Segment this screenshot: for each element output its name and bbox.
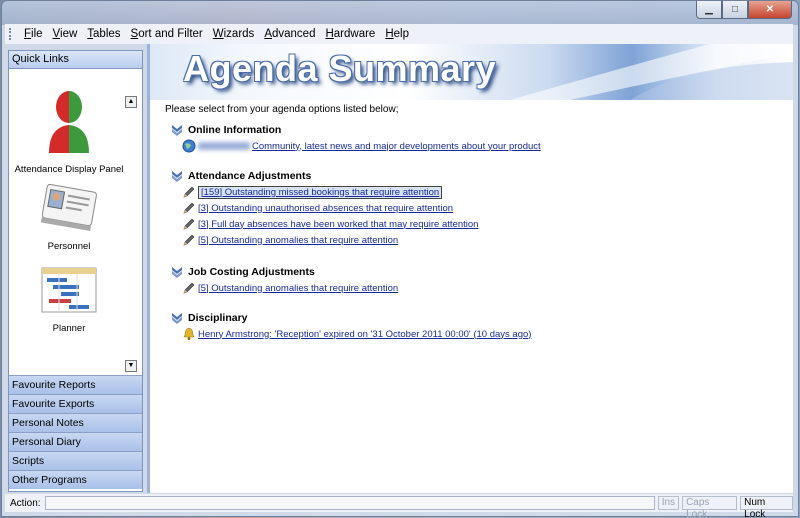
nav-group-scripts[interactable]: Scripts: [9, 451, 142, 470]
window-controls: ▁ □ ✕: [696, 1, 792, 19]
toolbar-grip[interactable]: [9, 28, 13, 40]
menu-sort-and-filter[interactable]: Sort and Filter: [126, 28, 208, 40]
menu-label-rest: ort and Filter: [138, 28, 203, 40]
scroll-down-button[interactable]: ▼: [125, 360, 137, 372]
menu-tables[interactable]: Tables: [82, 28, 125, 40]
agenda-link[interactable]: [159] Outstanding missed bookings that r…: [198, 185, 443, 199]
agenda-item: [3] Outstanding unauthorised absences th…: [182, 200, 478, 216]
agenda-link[interactable]: [3] Full day absences have been worked t…: [198, 219, 478, 230]
agenda-banner: Agenda Summary: [150, 44, 793, 100]
agenda-item: Community, latest news and major develop…: [182, 138, 541, 154]
agenda-link[interactable]: Community, latest news and major develop…: [252, 141, 541, 152]
section-heading[interactable]: Disciplinary: [170, 310, 531, 326]
agenda-link[interactable]: [3] Outstanding unauthorised absences th…: [198, 203, 453, 214]
chevron-down-icon[interactable]: [170, 169, 184, 183]
chevron-down-icon[interactable]: [170, 265, 184, 279]
caps-lock-indicator: Caps Lock: [682, 496, 738, 518]
quick-links-header[interactable]: Quick Links: [9, 51, 142, 69]
menu-accelerator: H: [325, 28, 334, 40]
menu-view[interactable]: View: [48, 28, 83, 40]
section-heading-text: Attendance Adjustments: [188, 170, 312, 182]
nav-group-personal-diary[interactable]: Personal Diary: [9, 432, 142, 451]
pencil-icon: [182, 185, 196, 199]
status-bar: Action: Ins Caps Lock Num Lock: [5, 494, 793, 518]
calendar-planner-icon: [41, 267, 97, 313]
pencil-icon: [182, 201, 196, 215]
pencil-icon: [182, 281, 196, 295]
person-silhouette-icon: [49, 91, 89, 153]
intro-text: Please select from your agenda options l…: [165, 104, 399, 115]
nav-group-favourite-exports[interactable]: Favourite Exports: [9, 394, 142, 413]
section-heading-text: Disciplinary: [188, 312, 248, 324]
menu-label-rest: ables: [93, 28, 121, 40]
chevron-down-icon[interactable]: [170, 123, 184, 137]
globe-icon: [182, 139, 196, 153]
attendance-display-panel-link[interactable]: Attendance Display Panel: [9, 89, 129, 175]
close-button[interactable]: ✕: [748, 1, 792, 19]
section-heading-text: Job Costing Adjustments: [188, 266, 315, 278]
agenda-section-attendance-adjustments: Attendance Adjustments [159] Outstanding …: [170, 168, 478, 248]
section-heading-text: Online Information: [188, 124, 282, 136]
menu-accelerator: V: [52, 28, 61, 40]
agenda-link[interactable]: Henry Armstrong: 'Reception' expired on …: [198, 329, 531, 340]
ins-indicator: Ins: [657, 496, 680, 510]
agenda-section-disciplinary: Disciplinary Henry Armstrong: 'Reception'…: [170, 310, 531, 342]
menu-bar: File View Tables Sort and Filter Wizards Adva…: [5, 24, 793, 44]
menu-wizards[interactable]: Wizards: [208, 28, 260, 40]
redacted-product-name: [198, 142, 250, 150]
menu-label-rest: dvanced: [271, 28, 316, 40]
personnel-link[interactable]: Personnel: [9, 182, 129, 252]
action-field: [44, 496, 655, 510]
quick-links-panel: Quick Links ▲ Attendance Display Panel P…: [8, 50, 143, 492]
menu-label-rest: ile: [31, 28, 43, 40]
maximize-button[interactable]: □: [722, 1, 748, 19]
pencil-icon: [182, 233, 196, 247]
menu-accelerator: A: [264, 28, 272, 40]
chevron-down-icon[interactable]: [170, 311, 184, 325]
agenda-link[interactable]: [5] Outstanding anomalies that require a…: [198, 283, 398, 294]
menu-file[interactable]: File: [19, 28, 48, 40]
num-lock-indicator: Num Lock: [740, 496, 793, 518]
pencil-icon: [182, 217, 196, 231]
menu-label-rest: elp: [393, 28, 410, 40]
section-heading[interactable]: Attendance Adjustments: [170, 168, 478, 184]
section-heading[interactable]: Job Costing Adjustments: [170, 264, 398, 280]
agenda-item: Henry Armstrong: 'Reception' expired on …: [182, 326, 531, 342]
bell-icon: [182, 327, 196, 341]
nav-group-favourite-reports[interactable]: Favourite Reports: [9, 375, 142, 394]
agenda-item: [3] Full day absences have been worked t…: [182, 216, 478, 232]
action-label: Action:: [10, 497, 41, 509]
tile-label: Planner: [52, 323, 86, 334]
tile-label: Attendance Display Panel: [14, 164, 124, 175]
menu-accelerator: W: [212, 28, 224, 40]
page-title: Agenda Summary: [183, 48, 497, 89]
quick-links-body: ▲ Attendance Display Panel Personnel Pla…: [9, 69, 142, 375]
menu-accelerator: F: [24, 28, 32, 40]
menu-label-rest: izards: [223, 28, 255, 40]
agenda-item: [159] Outstanding missed bookings that r…: [182, 184, 478, 200]
agenda-link[interactable]: [5] Outstanding anomalies that require a…: [198, 235, 398, 246]
agenda-panel: Agenda Summary Please select from your a…: [147, 44, 793, 493]
banner-decoration: [510, 44, 793, 100]
agenda-section-online-information: Online Information Community, latest news…: [170, 122, 541, 154]
tile-label: Personnel: [47, 241, 91, 252]
menu-label-rest: iew: [60, 28, 78, 40]
agenda-item: [5] Outstanding anomalies that require a…: [182, 280, 398, 296]
menu-help[interactable]: Help: [380, 28, 414, 40]
agenda-section-job-costing-adjustments: Job Costing Adjustments [5] Outstanding a…: [170, 264, 398, 296]
planner-link[interactable]: Planner: [9, 266, 129, 334]
nav-group-personal-notes[interactable]: Personal Notes: [9, 413, 142, 432]
agenda-item: [5] Outstanding anomalies that require a…: [182, 232, 478, 248]
section-heading[interactable]: Online Information: [170, 122, 541, 138]
menu-label-rest: ardware: [333, 28, 376, 40]
menu-accelerator: H: [385, 28, 394, 40]
menu-hardware[interactable]: Hardware: [320, 28, 380, 40]
id-card-icon: [40, 183, 97, 232]
nav-group-other-programs[interactable]: Other Programs: [9, 470, 142, 489]
menu-advanced[interactable]: Advanced: [259, 28, 320, 40]
minimize-button[interactable]: ▁: [696, 1, 722, 19]
